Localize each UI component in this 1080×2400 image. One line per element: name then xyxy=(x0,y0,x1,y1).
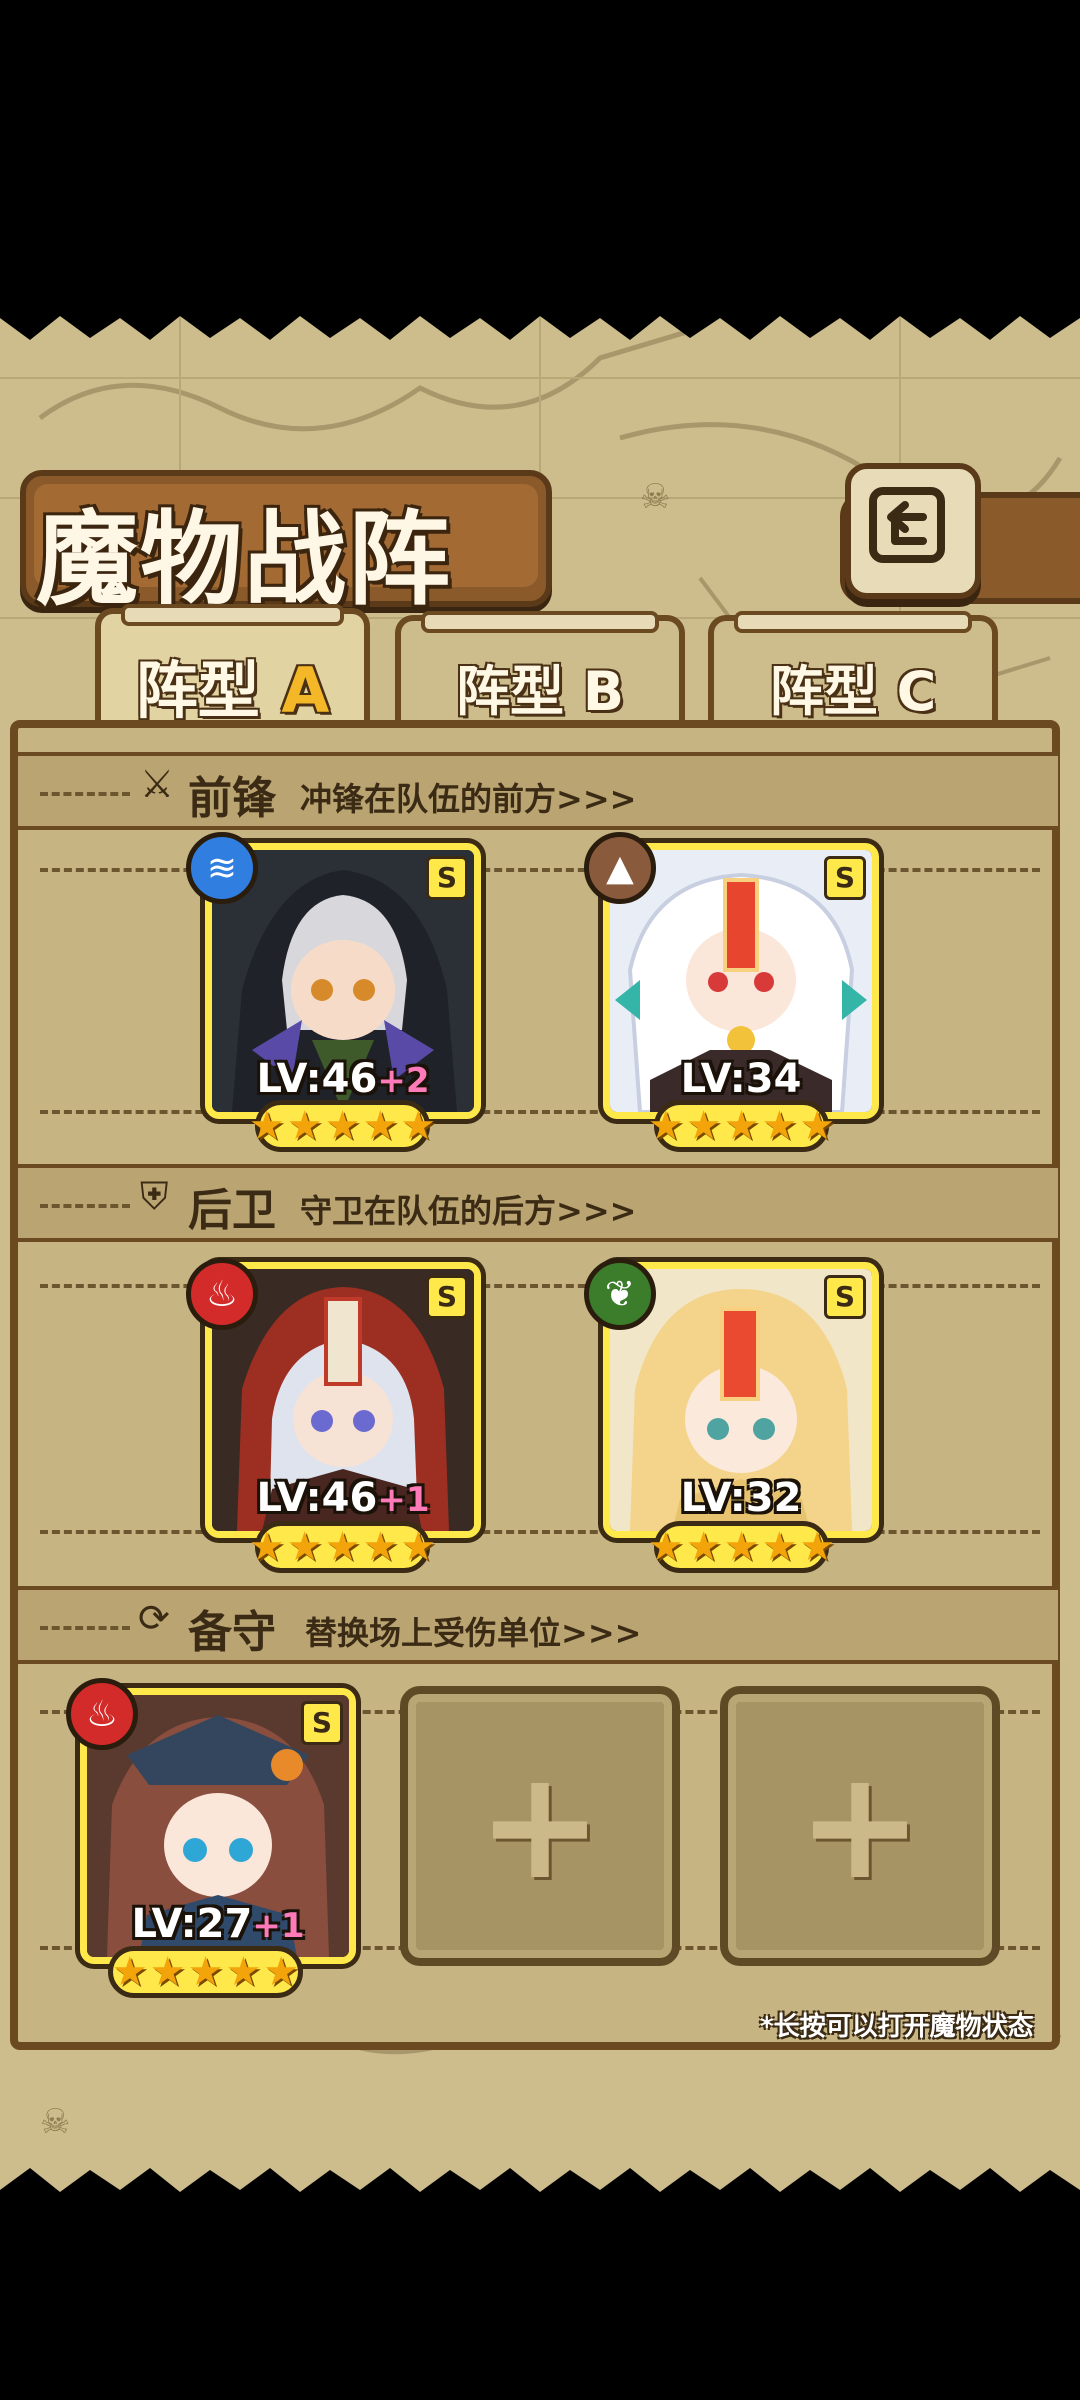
star-rating: ★ ★ ★ ★ ★ xyxy=(648,1100,835,1152)
shield-icon: ⛨ xyxy=(140,1174,169,1218)
tab-label: 阵型 A xyxy=(135,654,330,727)
section-desc-rear: 守卫在队伍的后方>>> xyxy=(300,1192,637,1230)
section-desc-front: 冲锋在队伍的前方>>> xyxy=(300,780,637,818)
lane-dash xyxy=(40,1530,1040,1534)
back-arrow-icon xyxy=(869,487,945,563)
divider-dash xyxy=(40,792,130,796)
page-title: 魔物战阵 xyxy=(36,501,452,620)
divider-dash xyxy=(40,1204,130,1208)
back-button[interactable] xyxy=(845,463,981,599)
svg-text:☠: ☠ xyxy=(40,2102,70,2142)
level-label: LV:46+1 xyxy=(256,1475,430,1521)
top-torn-edge xyxy=(0,298,1080,340)
section-desc-reserve: 替换场上受伤单位>>> xyxy=(305,1614,642,1652)
divider-dash xyxy=(40,1626,130,1630)
swap-icon: ⟳ xyxy=(138,1596,170,1640)
section-title-reserve: 备守 xyxy=(188,1607,276,1658)
add-icon: + xyxy=(797,1739,923,1913)
earth-element-icon: ▲ xyxy=(584,832,656,904)
rank-badge: S xyxy=(301,1701,343,1745)
tab-formation-a[interactable]: 阵型 A xyxy=(95,604,370,727)
empty-slot-reserve-2[interactable]: + xyxy=(400,1686,680,1966)
empty-slot-reserve-3[interactable]: + xyxy=(720,1686,1000,1966)
sword-icon: ⚔ xyxy=(140,762,175,806)
lane-dash xyxy=(40,1110,1040,1114)
rank-badge: S xyxy=(426,856,468,900)
section-title-rear: 后卫 xyxy=(188,1185,276,1236)
add-icon: + xyxy=(477,1739,603,1913)
level-label: LV:32 xyxy=(680,1475,802,1521)
wood-element-icon: ❦ xyxy=(584,1258,656,1330)
fire-element-icon: ♨ xyxy=(66,1678,138,1750)
fire-element-icon: ♨ xyxy=(186,1258,258,1330)
level-label: LV:27+1 xyxy=(131,1901,305,1947)
star-rating: ★ ★ ★ ★ ★ xyxy=(648,1521,835,1573)
level-label: LV:46+2 xyxy=(256,1056,430,1102)
level-label: LV:34 xyxy=(680,1056,802,1102)
star-rating: ★ ★ ★ ★ ★ xyxy=(108,1946,303,1998)
star-rating: ★ ★ ★ ★ ★ xyxy=(249,1521,436,1573)
footnote-hint: *长按可以打开魔物状态 xyxy=(760,2012,1034,2042)
rank-badge: S xyxy=(426,1275,468,1319)
tab-formation-c[interactable]: 阵型 C xyxy=(708,611,998,723)
section-title-front: 前锋 xyxy=(188,773,276,824)
star-rating: ★ ★ ★ ★ ★ xyxy=(249,1100,436,1152)
rank-badge: S xyxy=(824,856,866,900)
rank-badge: S xyxy=(824,1275,866,1319)
water-element-icon: ≋ xyxy=(186,832,258,904)
tab-formation-b[interactable]: 阵型 B xyxy=(395,611,685,723)
svg-text:☠: ☠ xyxy=(640,477,670,517)
bottom-torn-edge xyxy=(0,2168,1080,2210)
tab-label: 阵型 C xyxy=(769,660,937,723)
tab-label: 阵型 B xyxy=(456,660,624,723)
